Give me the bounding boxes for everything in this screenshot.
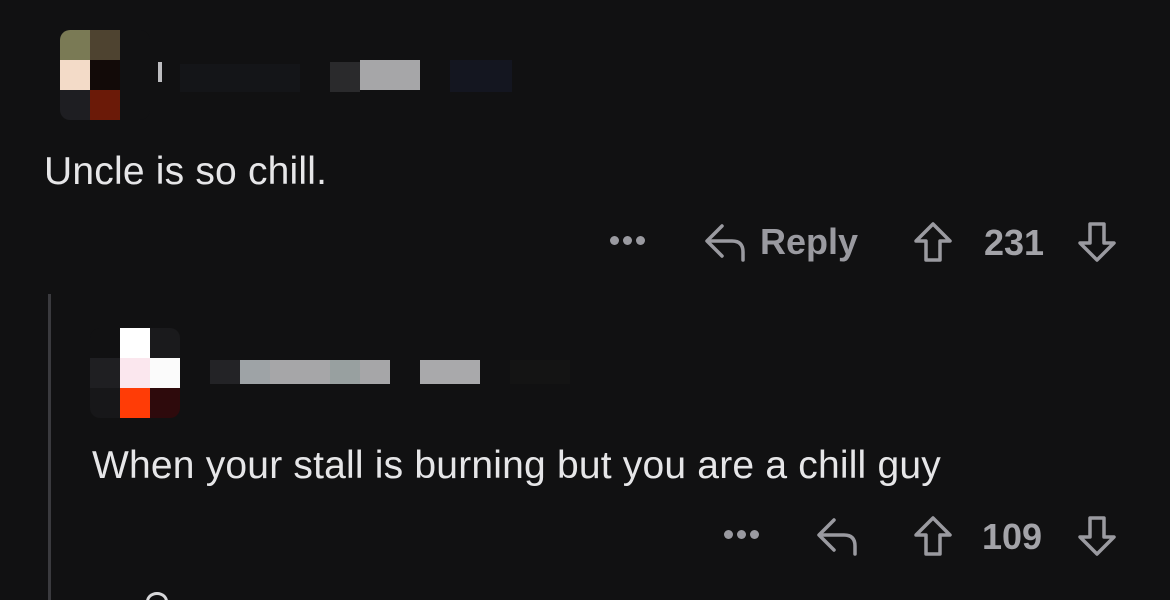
upvote-button[interactable] (912, 514, 954, 563)
reply-label: Reply (760, 221, 859, 262)
more-icon (724, 530, 733, 539)
comment-thread: Uncle is so chill. Reply 231 When your s… (0, 0, 1170, 600)
comment-body: When your stall is burning but you are a… (92, 444, 941, 487)
comment-body: Uncle is so chill. (44, 150, 328, 193)
upvote-button[interactable] (912, 220, 954, 269)
more-options-button[interactable] (724, 530, 759, 539)
avatar[interactable] (90, 328, 180, 418)
reply-icon (814, 514, 860, 558)
avatar[interactable] (60, 30, 150, 120)
vote-count: 231 (984, 222, 1045, 263)
reply-button[interactable]: Reply (702, 220, 858, 264)
reply-icon (702, 220, 748, 264)
downvote-icon (1078, 222, 1116, 262)
vote-count: 109 (982, 516, 1043, 557)
upvote-icon (914, 516, 952, 556)
thread-line[interactable] (48, 294, 51, 600)
more-options-button[interactable] (610, 236, 645, 245)
next-comment-avatar[interactable] (146, 592, 168, 600)
reply-button[interactable] (814, 514, 860, 558)
downvote-button[interactable] (1076, 514, 1118, 563)
more-icon (610, 236, 619, 245)
downvote-icon (1078, 516, 1116, 556)
upvote-icon (914, 222, 952, 262)
downvote-button[interactable] (1076, 220, 1118, 269)
